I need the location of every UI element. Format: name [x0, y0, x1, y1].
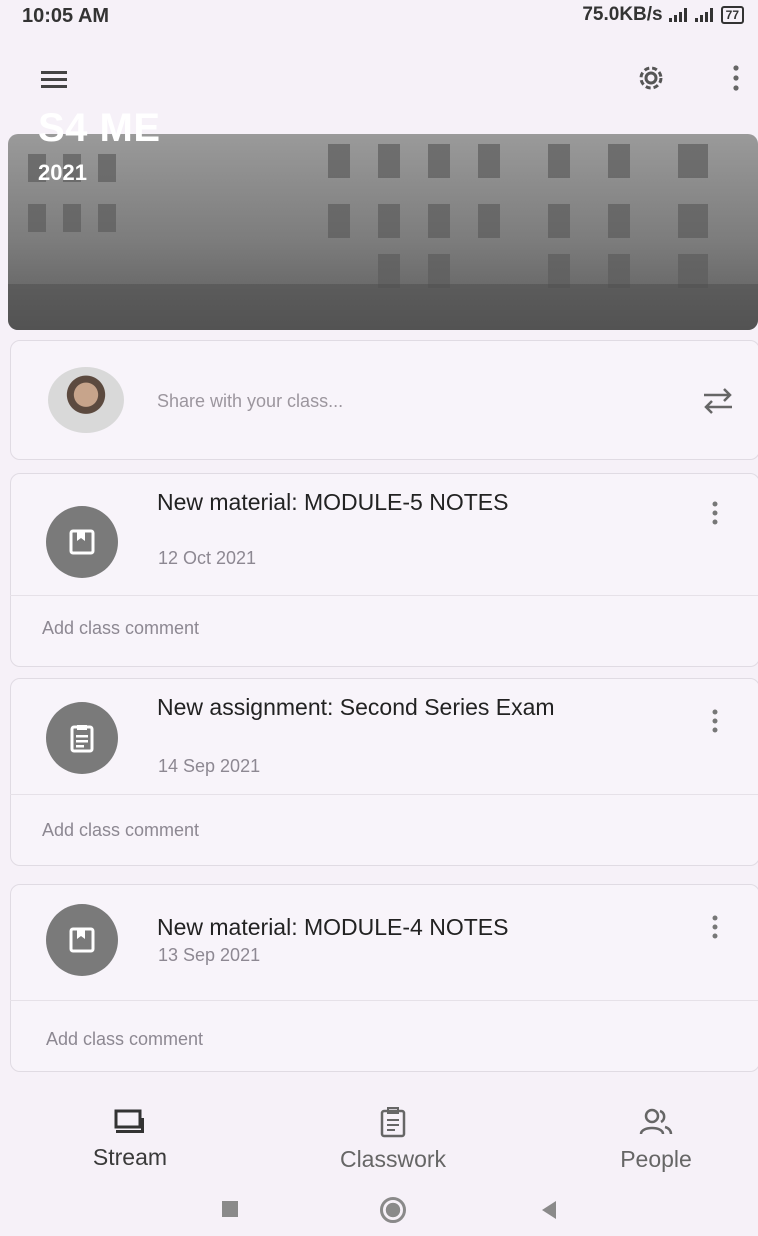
class-title: S4 ME	[38, 106, 161, 150]
divider	[10, 794, 758, 795]
gear-icon[interactable]	[631, 60, 671, 96]
class-year: 2021	[38, 160, 87, 185]
post-title[interactable]: New assignment: Second Series Exam	[157, 692, 657, 722]
status-icons: 75.0KB/s 77	[582, 4, 744, 26]
more-vertical-icon[interactable]	[726, 60, 746, 96]
people-icon	[639, 1108, 673, 1135]
assignment-icon	[46, 702, 118, 774]
material-icon	[46, 506, 118, 578]
post-more-icon[interactable]	[712, 500, 718, 533]
avatar	[48, 367, 124, 433]
square-icon[interactable]	[222, 1201, 238, 1217]
divider	[10, 595, 758, 596]
signal-icon-2	[694, 8, 715, 22]
post-more-icon[interactable]	[712, 914, 718, 947]
post-title[interactable]: New material: MODULE-5 NOTES	[157, 487, 657, 517]
status-time: 10:05 AM	[22, 5, 110, 27]
divider	[10, 1000, 758, 1001]
banner-building-image	[8, 144, 758, 330]
circle-icon[interactable]	[380, 1197, 406, 1223]
post-more-icon[interactable]	[712, 708, 718, 741]
nav-label-classwork: Classwork	[339, 1146, 447, 1172]
post-date: 14 Sep 2021	[158, 756, 261, 776]
nav-stream[interactable]: Stream	[70, 1108, 190, 1171]
stream-icon	[114, 1109, 144, 1133]
material-icon	[46, 904, 118, 976]
post-date: 13 Sep 2021	[158, 945, 261, 965]
post-title[interactable]: New material: MODULE-4 NOTES	[157, 912, 657, 942]
battery-icon: 77	[720, 6, 744, 24]
nav-classwork[interactable]: Classwork	[318, 1106, 468, 1173]
classwork-icon	[380, 1107, 406, 1138]
class-banner[interactable]	[8, 134, 758, 330]
share-input[interactable]: Share with your class...	[157, 391, 343, 412]
nav-people[interactable]: People	[600, 1106, 712, 1173]
add-comment-button[interactable]: Add class comment	[42, 820, 199, 841]
hamburger-menu-icon[interactable]	[38, 66, 70, 94]
add-comment-button[interactable]: Add class comment	[46, 1029, 203, 1050]
signal-icon	[668, 8, 689, 22]
back-triangle-icon[interactable]	[542, 1201, 556, 1219]
repost-icon[interactable]	[700, 385, 736, 422]
network-speed: 75.0KB/s	[582, 4, 663, 25]
add-comment-button[interactable]: Add class comment	[42, 618, 199, 639]
post-date: 12 Oct 2021	[158, 548, 257, 568]
nav-label-people: People	[620, 1146, 692, 1172]
nav-label-stream: Stream	[92, 1144, 168, 1170]
